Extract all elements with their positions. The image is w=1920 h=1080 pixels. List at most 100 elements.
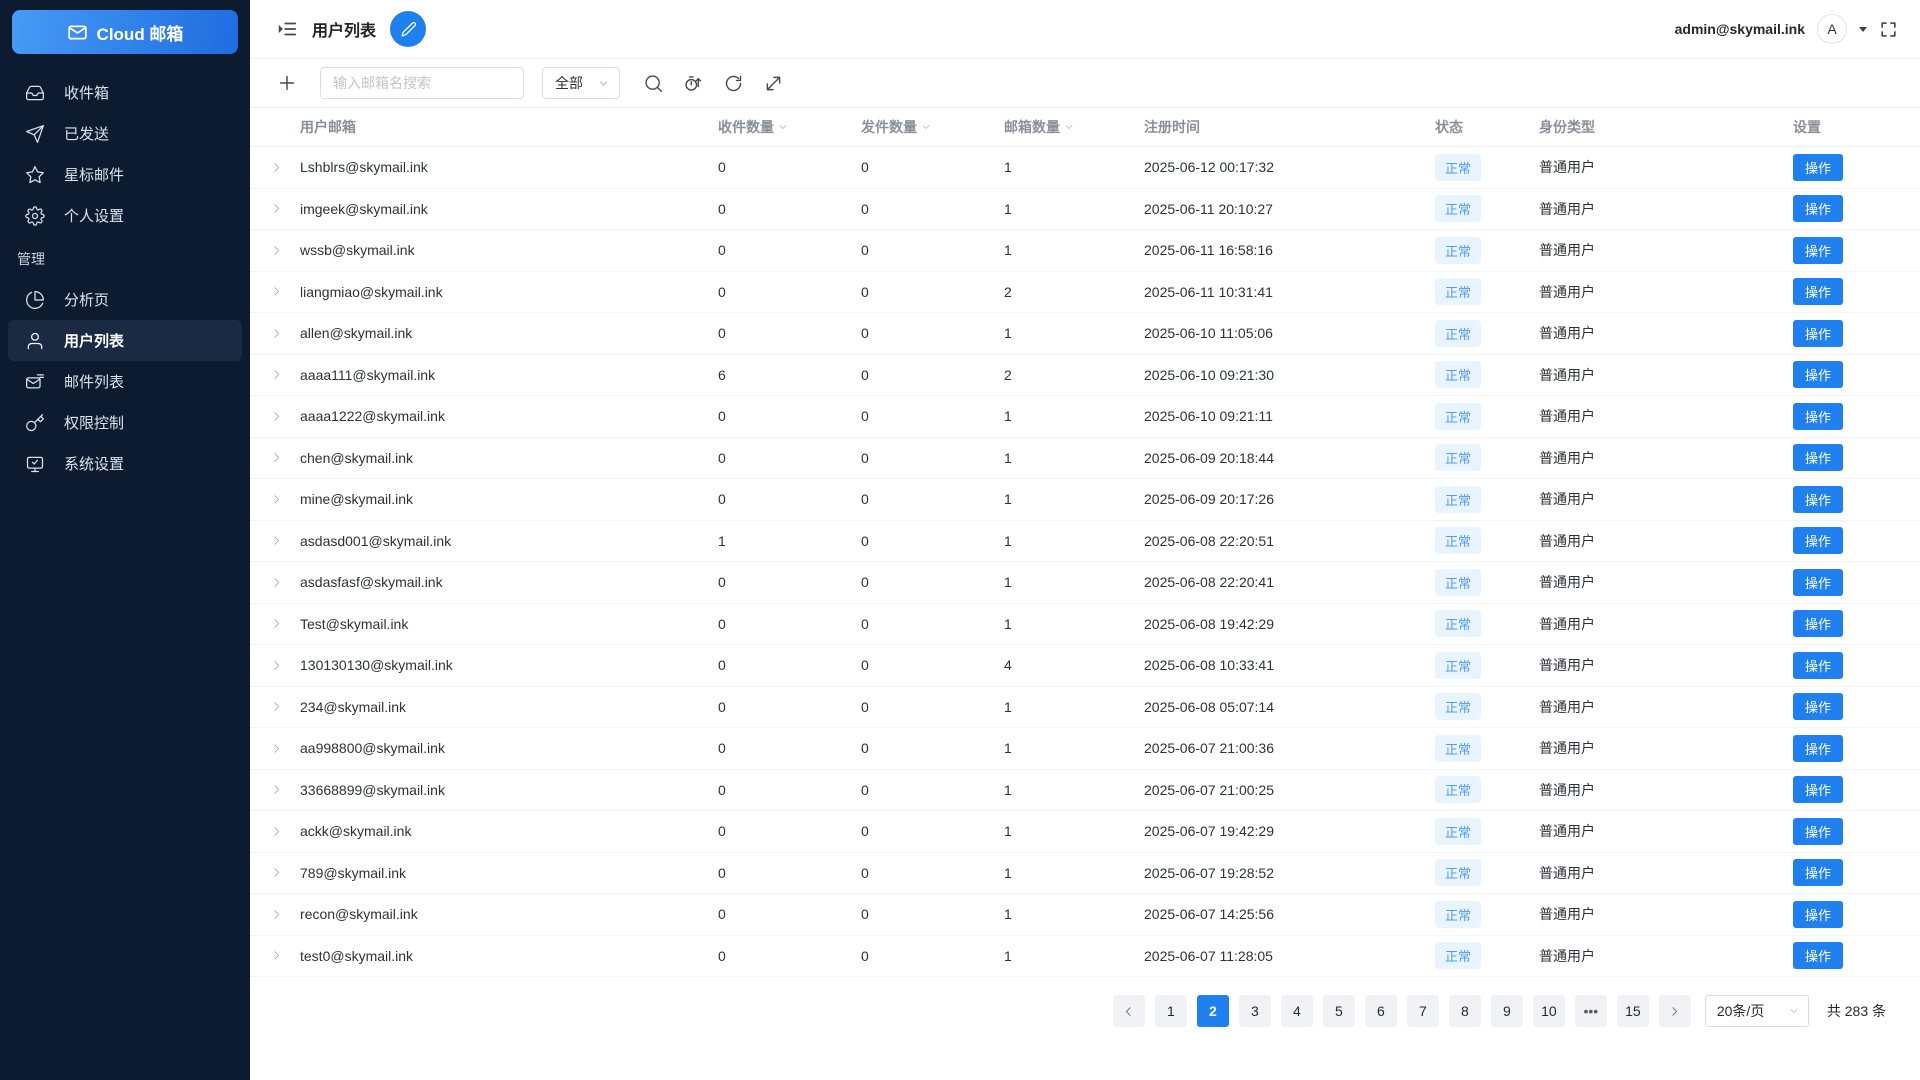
status-cell: 正常 xyxy=(1435,734,1482,762)
page-button-6[interactable]: 6 xyxy=(1364,995,1397,1027)
status-badge: 正常 xyxy=(1435,900,1482,928)
row-action-button[interactable]: 操作 xyxy=(1793,817,1844,845)
refresh-icon[interactable] xyxy=(723,73,744,94)
row-expand-icon[interactable] xyxy=(270,576,300,589)
row-expand-icon[interactable] xyxy=(270,493,300,506)
row-expand-icon[interactable] xyxy=(270,700,300,713)
page-button-1[interactable]: 1 xyxy=(1154,995,1187,1027)
sort-caret-icon[interactable] xyxy=(1063,121,1075,133)
column-header[interactable]: 发件数量 xyxy=(861,117,1004,137)
cell-email: 789@skymail.ink xyxy=(300,864,407,881)
row-action-button[interactable]: 操作 xyxy=(1793,195,1844,223)
page-button-8[interactable]: 8 xyxy=(1448,995,1481,1027)
row-action-button[interactable]: 操作 xyxy=(1793,776,1844,804)
account-menu-caret-icon[interactable] xyxy=(1859,26,1867,32)
row-expand-icon[interactable] xyxy=(270,327,300,340)
cell-registered: 2025-06-09 20:17:26 xyxy=(1144,491,1274,508)
row-action-button[interactable]: 操作 xyxy=(1793,568,1844,596)
row-action-button[interactable]: 操作 xyxy=(1793,278,1844,306)
filter-select[interactable]: 全部 xyxy=(542,67,620,99)
row-expand-icon[interactable] xyxy=(270,368,300,381)
row-expand-icon[interactable] xyxy=(270,534,300,547)
column-header[interactable]: 邮箱数量 xyxy=(1004,117,1144,137)
page-size-select[interactable]: 20条/页 xyxy=(1704,995,1809,1027)
cell-sent: 0 xyxy=(861,906,869,923)
add-user-button[interactable] xyxy=(276,72,298,94)
row-action-button[interactable]: 操作 xyxy=(1793,942,1844,970)
app-logo[interactable]: Cloud 邮箱 xyxy=(12,10,238,54)
page-button-15[interactable]: 15 xyxy=(1616,995,1649,1027)
row-expand-icon[interactable] xyxy=(270,161,300,174)
sidebar-item-2[interactable]: 星标邮件 xyxy=(0,154,250,195)
next-page-button[interactable] xyxy=(1658,995,1691,1027)
row-expand-icon[interactable] xyxy=(270,244,300,257)
row-action-button[interactable]: 操作 xyxy=(1793,651,1844,679)
row-expand-icon[interactable] xyxy=(270,908,300,921)
sidebar-admin-item-3[interactable]: 权限控制 xyxy=(0,402,250,443)
row-action-button[interactable]: 操作 xyxy=(1793,153,1844,181)
page-button-3[interactable]: 3 xyxy=(1238,995,1271,1027)
fullscreen-icon[interactable] xyxy=(1879,20,1898,39)
search-icon[interactable] xyxy=(643,73,664,94)
sidebar-item-3[interactable]: 个人设置 xyxy=(0,195,250,236)
more-pages-button[interactable]: ••• xyxy=(1574,995,1607,1027)
row-action-button[interactable]: 操作 xyxy=(1793,402,1844,430)
page-button-4[interactable]: 4 xyxy=(1280,995,1313,1027)
row-action-button[interactable]: 操作 xyxy=(1793,610,1844,638)
sidebar-item-0[interactable]: 收件箱 xyxy=(0,72,250,113)
row-expand-icon[interactable] xyxy=(270,451,300,464)
row-expand-icon[interactable] xyxy=(270,202,300,215)
page-button-9[interactable]: 9 xyxy=(1490,995,1523,1027)
avatar[interactable]: A xyxy=(1817,14,1847,44)
status-cell: 正常 xyxy=(1435,444,1482,472)
row-action-button[interactable]: 操作 xyxy=(1793,734,1844,762)
row-expand-icon[interactable] xyxy=(270,949,300,962)
expand-table-icon[interactable] xyxy=(763,73,784,94)
page-button-2[interactable]: 2 xyxy=(1196,995,1229,1027)
prev-page-button[interactable] xyxy=(1112,995,1145,1027)
row-expand-icon[interactable] xyxy=(270,659,300,672)
collapse-sidebar-icon[interactable] xyxy=(276,18,298,40)
sidebar-admin-item-4[interactable]: 系统设置 xyxy=(0,443,250,484)
sidebar-admin-item-2[interactable]: 邮件列表 xyxy=(0,361,250,402)
row-action-button[interactable]: 操作 xyxy=(1793,444,1844,472)
sidebar-admin-item-0[interactable]: 分析页 xyxy=(0,279,250,320)
row-action-button[interactable]: 操作 xyxy=(1793,900,1844,928)
sidebar-admin-item-1[interactable]: 用户列表 xyxy=(8,320,242,361)
column-header[interactable]: 收件数量 xyxy=(718,117,861,137)
row-expand-icon[interactable] xyxy=(270,825,300,838)
page-button-10[interactable]: 10 xyxy=(1532,995,1565,1027)
row-action-button[interactable]: 操作 xyxy=(1793,693,1844,721)
cell-email: mine@skymail.ink xyxy=(300,491,414,508)
row-action-button[interactable]: 操作 xyxy=(1793,361,1844,389)
row-action-button[interactable]: 操作 xyxy=(1793,859,1844,887)
row-action-button[interactable]: 操作 xyxy=(1793,319,1844,347)
row-expand-icon[interactable] xyxy=(270,617,300,630)
sort-caret-icon[interactable] xyxy=(920,121,932,133)
table-row: 234@skymail.ink 0 0 1 2025-06-08 05:07:14 正常 普… xyxy=(250,687,1920,728)
timer-sort-icon[interactable] xyxy=(683,73,704,94)
sidebar-item-1[interactable]: 已发送 xyxy=(0,113,250,154)
status-badge: 正常 xyxy=(1435,195,1482,223)
cell-identity: 普通用户 xyxy=(1539,532,1595,549)
row-action-button[interactable]: 操作 xyxy=(1793,236,1844,264)
row-expand-icon[interactable] xyxy=(270,285,300,298)
chevron-down-icon xyxy=(1788,1005,1800,1017)
cell-received: 0 xyxy=(718,449,726,466)
cell-received: 6 xyxy=(718,366,726,383)
cell-identity: 普通用户 xyxy=(1539,864,1595,881)
row-expand-icon[interactable] xyxy=(270,410,300,423)
row-expand-icon[interactable] xyxy=(270,866,300,879)
row-expand-icon[interactable] xyxy=(270,783,300,796)
page-button-5[interactable]: 5 xyxy=(1322,995,1355,1027)
user-icon xyxy=(25,331,45,351)
search-input[interactable] xyxy=(320,67,524,99)
row-action-button[interactable]: 操作 xyxy=(1793,485,1844,513)
edit-title-button[interactable] xyxy=(390,11,427,47)
row-action-button[interactable]: 操作 xyxy=(1793,527,1844,555)
cell-action: 操作 xyxy=(1793,610,1895,638)
row-expand-icon[interactable] xyxy=(270,742,300,755)
sort-caret-icon[interactable] xyxy=(777,121,789,133)
table-row: 789@skymail.ink 0 0 1 2025-06-07 19:28:52 正常 普… xyxy=(250,853,1920,894)
page-button-7[interactable]: 7 xyxy=(1406,995,1439,1027)
